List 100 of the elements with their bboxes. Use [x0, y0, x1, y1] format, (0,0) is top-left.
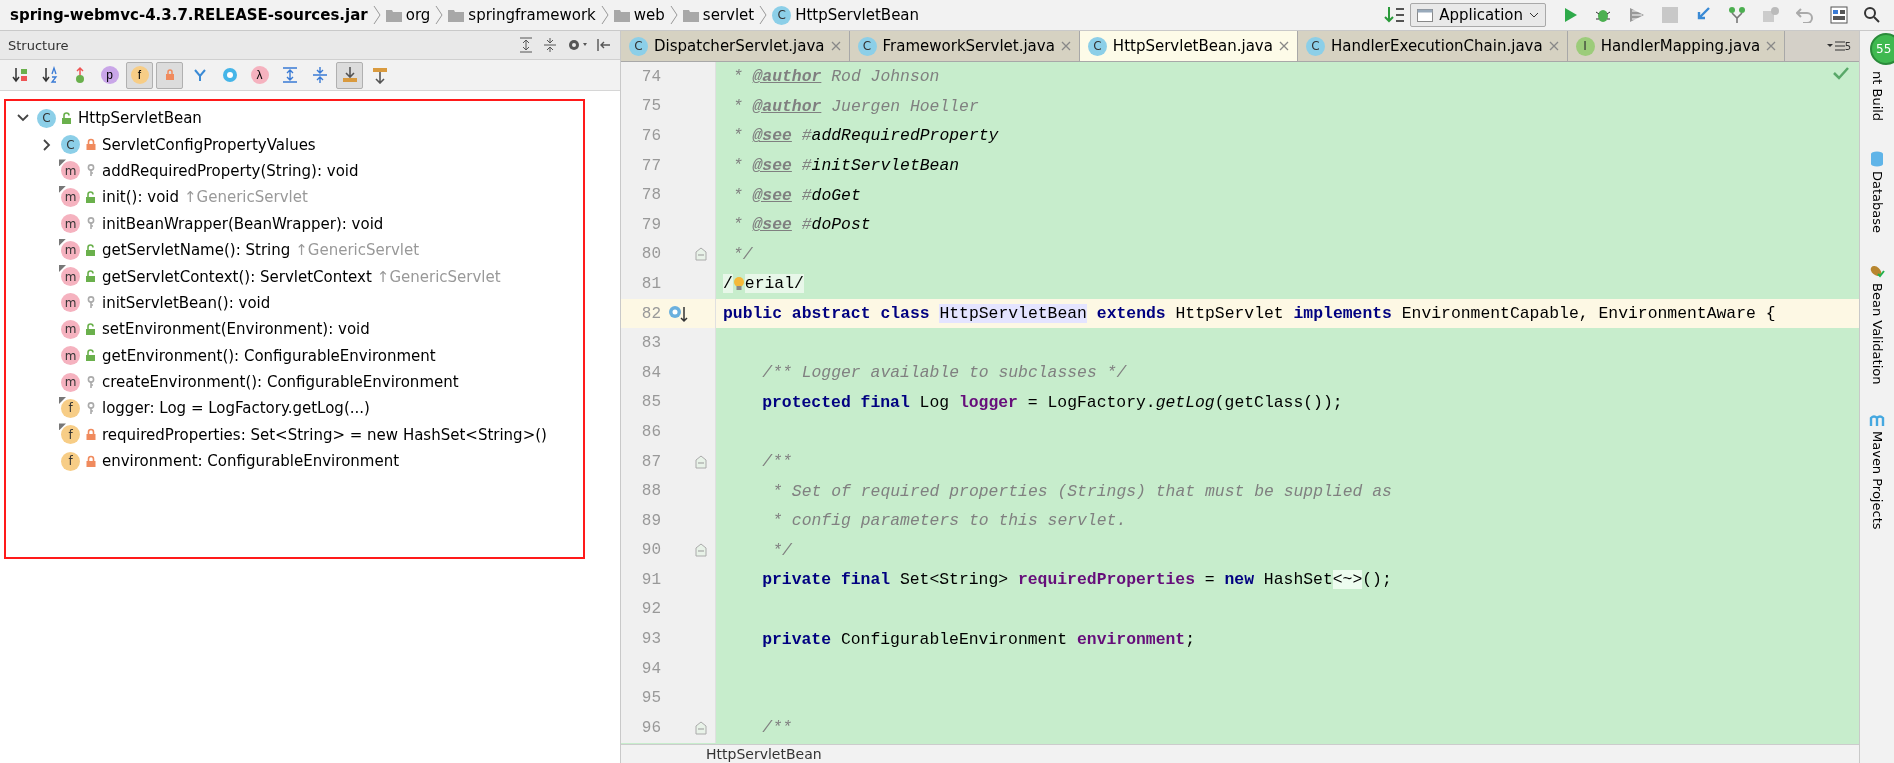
expand-all-icon[interactable] [518, 37, 534, 53]
tool-window-button[interactable]: nt Build [1869, 71, 1885, 122]
breadcrumb-item[interactable]: spring-webmvc-4.3.7.RELEASE-sources.jar [10, 6, 368, 24]
editor-tab[interactable]: C HandlerExecutionChain.java [1297, 31, 1568, 61]
chevron-icon [668, 4, 679, 26]
tree-item-label[interactable]: environment: ConfigurableEnvironment [102, 452, 400, 471]
method-icon: m [61, 293, 80, 313]
lambda-icon: λ [250, 66, 269, 84]
line-number: 75 [640, 97, 661, 116]
line-number: 74 [640, 67, 661, 86]
history-icon[interactable] [1762, 6, 1780, 24]
fold-marker-icon[interactable] [695, 543, 707, 558]
line-number: 96 [640, 718, 661, 737]
tree-item-label[interactable]: HttpServletBean [78, 109, 202, 128]
class-icon: C [61, 135, 80, 155]
breadcrumb-item[interactable]: HttpServletBean [795, 6, 920, 24]
tree-item-label[interactable]: addRequiredProperty(String): void [102, 161, 359, 180]
breadcrumb-item[interactable]: servlet [702, 6, 755, 24]
code-line: * @see #doPost [731, 215, 871, 235]
settings-icon[interactable] [566, 37, 588, 53]
folder-icon [682, 8, 699, 22]
fold-marker-icon[interactable] [695, 454, 707, 469]
tree-item-label[interactable]: init(): void [102, 188, 179, 207]
hide-panel-icon[interactable] [596, 37, 612, 53]
ring-icon [220, 66, 239, 84]
method-icon: m [61, 267, 80, 287]
line-number: 79 [640, 215, 661, 234]
field-icon: f [61, 425, 80, 445]
properties-toggle[interactable]: p [96, 61, 123, 89]
autoscroll-to-toggle[interactable] [336, 61, 363, 89]
line-number: 81 [640, 274, 661, 293]
tree-item-label[interactable]: initServletBean(): void [102, 293, 271, 312]
tool-window-button[interactable]: Bean Validation [1869, 263, 1885, 385]
breadcrumb-item[interactable]: org [405, 6, 431, 24]
sort-binary-icon[interactable] [1384, 6, 1407, 24]
tree-item-label[interactable]: getServletContext(): ServletContext [102, 267, 372, 286]
search-icon[interactable] [1864, 7, 1880, 23]
tool-window-button[interactable]: Maven Projects [1869, 414, 1885, 530]
method-icon: m [61, 240, 80, 260]
tree-item-label[interactable]: getServletName(): String [102, 241, 291, 260]
lightbulb-icon[interactable] [732, 274, 745, 293]
field-icon: f [61, 451, 80, 471]
tree-item-label[interactable]: initBeanWrapper(BeanWrapper): void [102, 214, 384, 233]
code-line: private final Set<String> requiredProperties = new HashSet<~>(); [761, 570, 1392, 590]
close-icon[interactable] [1278, 41, 1289, 51]
tree-item-label[interactable]: getEnvironment(): ConfigurableEnvironment [102, 346, 436, 365]
tree-item-label[interactable]: setEnvironment(Environment): void [102, 320, 370, 339]
fields-toggle[interactable]: f [126, 61, 153, 89]
method-icon: m [61, 346, 80, 366]
scroll-from-icon [370, 66, 389, 84]
code-line: * @see #addRequiredProperty [731, 126, 999, 146]
chevron-icon [758, 4, 769, 26]
implemented-marker-icon[interactable] [667, 303, 689, 324]
collapse-all-icon[interactable] [542, 37, 558, 53]
close-icon[interactable] [1766, 41, 1777, 51]
open-lock-icon [85, 322, 97, 336]
maven-icon [1869, 414, 1885, 427]
run-icon[interactable] [1564, 7, 1578, 23]
run-configuration-dropdown[interactable]: Application [1410, 3, 1546, 27]
method-icon: m [61, 319, 80, 339]
tab-overflow-button[interactable]: 5 [1826, 31, 1859, 61]
code-line: */ [731, 244, 753, 264]
editor-tab[interactable]: C HttpServletBean.java [1079, 31, 1298, 61]
key-icon [85, 217, 97, 231]
project-structure-icon[interactable] [1830, 6, 1848, 24]
window-icon [1417, 8, 1434, 22]
tool-window-button[interactable]: Database [1869, 151, 1885, 234]
breadcrumb-item[interactable]: springframework [468, 6, 596, 24]
coverage-icon[interactable] [1628, 6, 1646, 24]
interface-icon: I [1575, 36, 1595, 56]
branch-icon[interactable] [1728, 6, 1746, 24]
tree-item-label[interactable]: requiredProperties: Set<String> = new HashSet<String>() [102, 425, 547, 444]
close-icon[interactable] [1548, 41, 1559, 51]
editor-tab[interactable]: C FrameworkServlet.java [849, 31, 1080, 61]
editor-tab[interactable]: C DispatcherServlet.java [621, 31, 850, 61]
folder-icon [385, 8, 402, 22]
breadcrumb-item[interactable]: web [633, 6, 665, 24]
line-number: 95 [640, 689, 661, 708]
bean-icon [1869, 263, 1885, 280]
method-icon: m [61, 187, 80, 207]
undo-icon[interactable] [1796, 7, 1814, 23]
code-line: /** [761, 452, 792, 471]
code-line: * @author Rod Johnson [731, 67, 940, 87]
line-number: 94 [640, 659, 661, 678]
close-icon[interactable] [1060, 41, 1071, 51]
tree-item-label[interactable]: ServletConfigPropertyValues [102, 135, 316, 154]
tree-item-label[interactable]: createEnvironment(): ConfigurableEnvironment [102, 373, 459, 392]
open-lock-icon [85, 270, 97, 284]
fold-marker-icon[interactable] [695, 247, 707, 262]
code-line: * @author Juergen Hoeller [731, 96, 979, 116]
line-number: 92 [640, 600, 661, 619]
editor-tab[interactable]: I HandlerMapping.java [1567, 31, 1786, 61]
tree-item-label[interactable]: logger: Log = LogFactory.getLog(...) [102, 399, 370, 418]
line-number: 93 [640, 630, 661, 649]
close-icon[interactable] [830, 41, 841, 51]
editor-breadcrumb[interactable]: HttpServletBean [706, 746, 822, 762]
lambdas-toggle[interactable]: λ [246, 61, 273, 89]
open-lock-icon [61, 111, 73, 125]
fold-marker-icon[interactable] [695, 720, 707, 735]
non-public-toggle[interactable] [156, 61, 183, 89]
